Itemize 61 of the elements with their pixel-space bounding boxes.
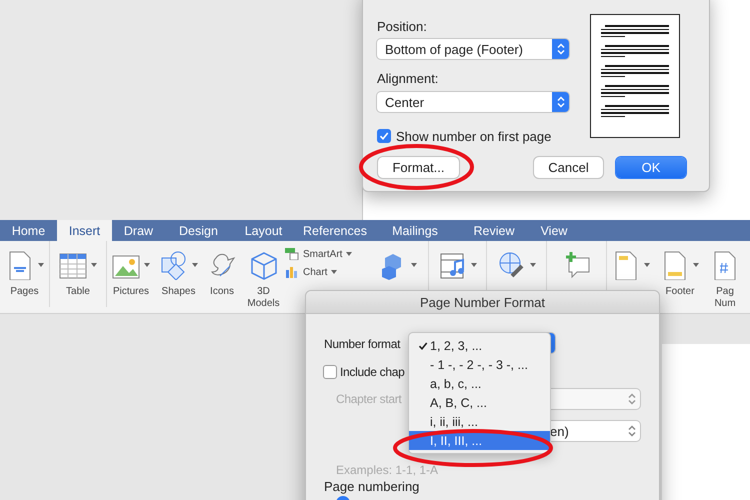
- caret-icon: [530, 263, 536, 267]
- dialog-button[interactable]: Cancel: [534, 157, 603, 178]
- ribbon-tab[interactable]: Draw: [112, 220, 165, 241]
- smartart-icon: [285, 248, 299, 260]
- ribbon-button-label[interactable]: Table: [66, 286, 90, 298]
- caret-icon: [38, 263, 44, 267]
- ribbon-tab[interactable]: Review: [455, 220, 533, 241]
- ribbon-tab[interactable]: Home: [0, 220, 57, 241]
- stepper-icon: [628, 425, 636, 437]
- number-format-label: Number format: [324, 337, 400, 351]
- cube-icon: [250, 250, 278, 280]
- ribbon-button-label[interactable]: Shapes: [162, 286, 196, 298]
- caret-icon: [693, 263, 699, 267]
- caret-icon: [644, 263, 650, 267]
- ribbon-tab[interactable]: Mailings: [375, 220, 455, 241]
- chapter-start-label: Chapter start: [336, 392, 402, 406]
- menu-item[interactable]: - 1 -, - 2 -, - 3 -, ...: [409, 355, 550, 374]
- alignment-select[interactable]: Center: [377, 92, 569, 112]
- ribbon-menu-button[interactable]: Chart: [285, 266, 367, 278]
- ribbon-tab[interactable]: View: [533, 220, 575, 241]
- bar-chart-icon: [285, 266, 299, 278]
- caret-icon: [331, 270, 338, 274]
- menu-item[interactable]: 1, 2, 3, ...: [409, 336, 550, 355]
- ribbon-tab[interactable]: References: [295, 220, 375, 241]
- page-numbering-label: Page numbering: [324, 479, 420, 494]
- caret-icon: [410, 263, 416, 267]
- ribbon-tab[interactable]: Insert: [57, 220, 112, 241]
- position-label: Position:: [377, 19, 427, 34]
- checkbox-label: Show number on first page: [396, 129, 552, 144]
- ribbon-button-label[interactable]: Pag Num: [714, 286, 736, 310]
- stepper-icon: [628, 393, 636, 405]
- caret-icon: [144, 263, 150, 267]
- shapes-icon: [160, 250, 188, 280]
- alignment-label: Alignment:: [377, 71, 438, 86]
- caret-icon: [192, 263, 198, 267]
- menu-item[interactable]: A, B, C, ...: [409, 393, 550, 412]
- dialog-button[interactable]: OK: [616, 157, 686, 178]
- caret-icon: [346, 252, 352, 256]
- checkmark-icon: [418, 340, 428, 350]
- stepper-icon: [556, 96, 564, 108]
- checkbox[interactable]: [377, 129, 391, 143]
- ribbon-button-label[interactable]: Pages: [10, 286, 39, 298]
- dialog-title: Page Number Format: [420, 294, 545, 310]
- checkbox[interactable]: [323, 365, 337, 379]
- ribbon-button-label[interactable]: 3D Models: [247, 286, 280, 310]
- ribbon-button-label[interactable]: Icons: [210, 286, 234, 298]
- stepper-icon: [556, 43, 564, 55]
- examples-text: Examples: 1-1, 1-A: [336, 463, 438, 477]
- position-select[interactable]: Bottom of page (Footer): [377, 39, 569, 59]
- dialog-button[interactable]: Format...: [378, 157, 459, 178]
- ribbon-tab[interactable]: Design: [165, 220, 232, 241]
- globe-link-icon: [498, 250, 526, 280]
- ribbon-button-label[interactable]: Pictures: [112, 286, 150, 298]
- menu-item[interactable]: a, b, c, ...: [409, 374, 550, 393]
- caret-icon: [91, 263, 97, 267]
- checkmark-icon: [379, 131, 389, 141]
- checkbox-label: Include chap: [340, 365, 404, 379]
- caret-icon: [470, 263, 476, 267]
- ribbon-tab[interactable]: Layout: [232, 220, 295, 241]
- ribbon-button-label[interactable]: Footer: [666, 286, 694, 298]
- ribbon-menu-button[interactable]: SmartArt: [285, 248, 367, 260]
